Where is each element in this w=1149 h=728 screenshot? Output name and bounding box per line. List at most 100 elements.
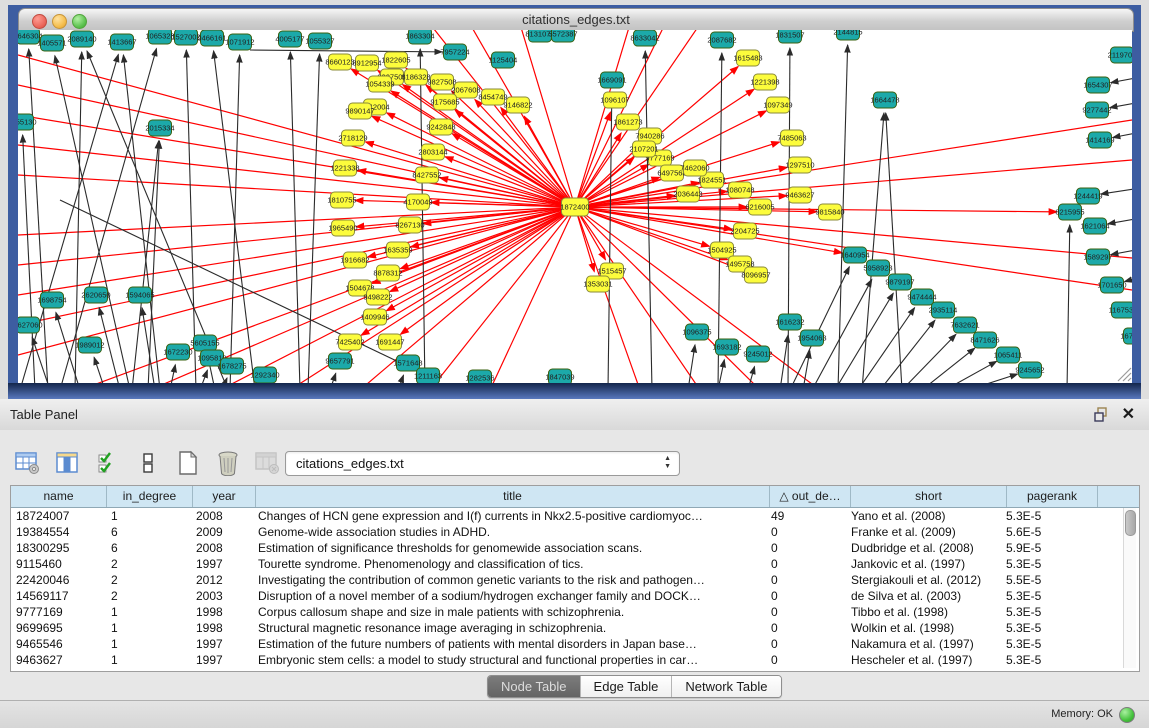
table-cell[interactable]: 2: [106, 556, 191, 572]
table-cell[interactable]: Tibbo et al. (1998): [846, 604, 1001, 620]
table-cell[interactable]: 5.3E-5: [1001, 588, 1091, 604]
table-cell[interactable]: 18300295: [11, 540, 106, 556]
tab-edge-table[interactable]: Edge Table: [581, 676, 673, 697]
table-cell[interactable]: Hescheler et al. (1997): [846, 652, 1001, 668]
table-cell[interactable]: 1998: [191, 620, 253, 636]
table-cell[interactable]: Genome-wide association studies in ADHD.: [253, 524, 766, 540]
table-row[interactable]: 911546021997Tourette syndrome. Phenomeno…: [11, 556, 1139, 572]
table-cell[interactable]: 0: [766, 572, 846, 588]
table-cell[interactable]: 0: [766, 524, 846, 540]
table-cell[interactable]: Stergiakouli et al. (2012): [846, 572, 1001, 588]
table-cell[interactable]: 9465546: [11, 636, 106, 652]
table-cell[interactable]: 22420046: [11, 572, 106, 588]
close-panel-icon[interactable]: ✕: [1122, 404, 1135, 424]
table-cell[interactable]: 0: [766, 652, 846, 668]
table-cell[interactable]: de Silva et al. (2003): [846, 588, 1001, 604]
table-cell[interactable]: Dudbridge et al. (2008): [846, 540, 1001, 556]
table-cell[interactable]: 1: [106, 636, 191, 652]
network-window-titlebar[interactable]: citations_edges.txt: [18, 8, 1134, 32]
table-cell[interactable]: 2: [106, 588, 191, 604]
network-canvas[interactable]: 1872400866012389129541822605982750981863…: [18, 30, 1132, 384]
canvas-resize-grip[interactable]: [1118, 368, 1131, 381]
table-row[interactable]: 1938455462009Genome-wide association stu…: [11, 524, 1139, 540]
table-cell[interactable]: Embryonic stem cells: a model to study s…: [253, 652, 766, 668]
table-cell[interactable]: Wolkin et al. (1998): [846, 620, 1001, 636]
table-cell[interactable]: Changes of HCN gene expression and I(f) …: [253, 508, 766, 524]
table-cell[interactable]: 9115460: [11, 556, 106, 572]
table-cell[interactable]: 0: [766, 620, 846, 636]
table-cell[interactable]: 1: [106, 604, 191, 620]
table-cell[interactable]: 0: [766, 540, 846, 556]
table-row[interactable]: 946554611997Estimation of the future num…: [11, 636, 1139, 652]
network-graph[interactable]: 1872400866012389129541822605982750981863…: [18, 30, 1132, 384]
table-cell[interactable]: 18724007: [11, 508, 106, 524]
table-cell[interactable]: 14569117: [11, 588, 106, 604]
table-cell[interactable]: 2003: [191, 588, 253, 604]
table-cell[interactable]: Structural magnetic resonance image aver…: [253, 620, 766, 636]
table-cell[interactable]: Corpus callosum shape and size in male p…: [253, 604, 766, 620]
column-visibility-icon[interactable]: [54, 449, 82, 477]
table-cell[interactable]: 0: [766, 556, 846, 572]
table-cell[interactable]: 6: [106, 524, 191, 540]
table-cell[interactable]: 1: [106, 620, 191, 636]
table-cell[interactable]: 1997: [191, 556, 253, 572]
table-cell[interactable]: Estimation of the future numbers of pati…: [253, 636, 766, 652]
column-header-in_degree[interactable]: in_degree: [107, 486, 193, 507]
table-cell[interactable]: Disruption of a novel member of a sodium…: [253, 588, 766, 604]
table-cell[interactable]: 0: [766, 636, 846, 652]
table-cell[interactable]: Estimation of significance thresholds fo…: [253, 540, 766, 556]
table-cell[interactable]: 2009: [191, 524, 253, 540]
table-cell[interactable]: 5.3E-5: [1001, 556, 1091, 572]
tab-network-table[interactable]: Network Table: [672, 676, 780, 697]
table-cell[interactable]: Franke et al. (2009): [846, 524, 1001, 540]
column-header-pagerank[interactable]: pagerank: [1007, 486, 1098, 507]
tab-node-table[interactable]: Node Table: [488, 676, 581, 697]
table-cell[interactable]: 9777169: [11, 604, 106, 620]
table-cell[interactable]: 49: [766, 508, 846, 524]
column-header-year[interactable]: year: [193, 486, 256, 507]
table-row[interactable]: 977716911998Corpus callosum shape and si…: [11, 604, 1139, 620]
table-cell[interactable]: Yano et al. (2008): [846, 508, 1001, 524]
table-row[interactable]: 1872400712008Changes of HCN gene express…: [11, 508, 1139, 524]
column-header-short[interactable]: short: [851, 486, 1007, 507]
table-cell[interactable]: Investigating the contribution of common…: [253, 572, 766, 588]
table-cell[interactable]: 5.3E-5: [1001, 620, 1091, 636]
table-row[interactable]: 1456911722003Disruption of a novel membe…: [11, 588, 1139, 604]
vertical-scrollbar[interactable]: [1123, 508, 1136, 668]
table-cell[interactable]: 9463627: [11, 652, 106, 668]
table-cell[interactable]: 5.3E-5: [1001, 604, 1091, 620]
table-row[interactable]: 969969511998Structural magnetic resonanc…: [11, 620, 1139, 636]
delete-rows-trash-icon[interactable]: [214, 449, 242, 477]
table-cell[interactable]: 5.5E-5: [1001, 572, 1091, 588]
table-cell[interactable]: 1998: [191, 604, 253, 620]
table-cell[interactable]: 5.3E-5: [1001, 508, 1091, 524]
new-table-icon[interactable]: [174, 449, 202, 477]
table-cell[interactable]: 1: [106, 652, 191, 668]
table-row[interactable]: 1830029562008Estimation of significance …: [11, 540, 1139, 556]
table-cell[interactable]: 6: [106, 540, 191, 556]
column-header-out_de[interactable]: △ out_de…: [770, 486, 851, 507]
table-cell[interactable]: 0: [766, 588, 846, 604]
table-cell[interactable]: 1997: [191, 636, 253, 652]
table-cell[interactable]: 2: [106, 572, 191, 588]
table-cell[interactable]: 9699695: [11, 620, 106, 636]
column-header-title[interactable]: title: [256, 486, 770, 507]
table-cell[interactable]: 5.9E-5: [1001, 540, 1091, 556]
table-cell[interactable]: Jankovic et al. (1997): [846, 556, 1001, 572]
select-all-check-icon[interactable]: [94, 449, 122, 477]
table-cell[interactable]: 5.6E-5: [1001, 524, 1091, 540]
table-cell[interactable]: 5.3E-5: [1001, 636, 1091, 652]
table-cell[interactable]: 1997: [191, 652, 253, 668]
table-cell[interactable]: 2008: [191, 508, 253, 524]
table-row[interactable]: 2242004622012Investigating the contribut…: [11, 572, 1139, 588]
table-source-select[interactable]: citations_edges.txt ▲▼: [285, 451, 680, 476]
table-cell[interactable]: 2012: [191, 572, 253, 588]
table-cell[interactable]: 5.3E-5: [1001, 652, 1091, 668]
table-cell[interactable]: 0: [766, 604, 846, 620]
table-row[interactable]: 946362711997Embryonic stem cells: a mode…: [11, 652, 1139, 668]
table-cell[interactable]: Tourette syndrome. Phenomenology and cla…: [253, 556, 766, 572]
table-cell[interactable]: Nakamura et al. (1997): [846, 636, 1001, 652]
table-settings-icon[interactable]: [14, 449, 42, 477]
float-panel-icon[interactable]: [1094, 407, 1109, 422]
scrollbar-thumb[interactable]: [1125, 510, 1136, 536]
